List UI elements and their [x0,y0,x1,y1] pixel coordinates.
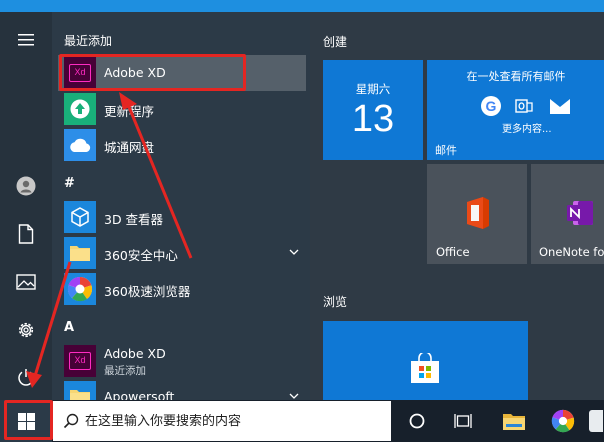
search-input[interactable] [85,413,375,429]
app-label: 更新程序 [104,104,155,119]
app-label: Adobe XD [104,65,166,80]
power-icon [18,369,34,386]
app-icon-partial [589,410,603,432]
google-icon: G [481,96,501,116]
taskbar-search-box[interactable] [53,401,391,441]
app-label: 城通网盘 [104,140,155,155]
app-item-ctfile[interactable]: 城通网盘 [52,127,310,163]
windows-logo-icon [17,412,35,430]
app-list: 最近添加 Xd Adobe XD 更新程序 城通网盘 # 3D 查看器 360安… [52,12,310,400]
3d-viewer-icon [64,201,96,233]
mail-tile[interactable]: 在一处查看所有邮件 G 更多内容... 邮件 [427,60,604,160]
mail-more: 更多内容... [502,124,552,135]
app-sublabel: 最近添加 [104,365,146,377]
app-label: Apowersoft [104,389,175,400]
app-label: Adobe XD [104,346,166,361]
calendar-weekday: 星期六 [355,82,391,96]
outlook-icon [515,97,533,115]
picture-icon [16,274,36,290]
360-browser-taskbar-button[interactable] [541,400,585,442]
start-button[interactable] [0,400,52,442]
store-icon [411,353,439,383]
folder-icon [503,414,525,430]
chevron-down-icon[interactable] [288,390,300,400]
user-avatar-icon [16,176,36,196]
tiles-area: 创建 星期六 13 在一处查看所有邮件 G 更多内容... 邮件 Office … [310,12,604,400]
power-button[interactable] [0,355,52,399]
adobe-xd-icon: Xd [64,57,96,89]
task-view-button[interactable] [441,400,485,442]
office-label: Office [436,245,470,259]
hamburger-icon [18,34,34,46]
chevron-down-icon[interactable] [288,246,300,258]
taskbar [0,400,604,442]
360-browser-icon [551,409,575,433]
start-menu-rail [0,12,52,400]
app-label: 360极速浏览器 [104,284,191,299]
update-icon [64,93,96,125]
app-item-apowersoft[interactable]: Apowersoft [52,379,310,400]
360-browser-icon [64,273,96,305]
recent-section-label: 最近添加 [64,34,113,48]
group-header-a[interactable]: A [64,320,74,335]
tile-group-create[interactable]: 创建 [323,33,347,50]
task-view-icon [454,414,472,428]
cloud-drive-icon [64,129,96,161]
cortana-icon [409,413,425,429]
app-item-adobe-xd[interactable]: Xd Adobe XD 最近添加 [52,343,310,379]
app-item-360-security[interactable]: 360安全中心 [52,235,310,271]
gear-icon [18,322,34,338]
onenote-tile[interactable]: OneNote for [531,164,604,264]
adobe-xd-icon: Xd [64,345,96,377]
mail-label: 邮件 [435,144,457,157]
group-header-hash[interactable]: # [64,176,75,191]
folder-icon [64,237,96,269]
onenote-label: OneNote for [539,245,604,259]
calendar-tile[interactable]: 星期六 13 [323,60,423,160]
app-item-adobe-xd-recent[interactable]: Xd Adobe XD [58,55,306,91]
file-explorer-button[interactable] [492,400,536,442]
documents-button[interactable] [0,212,52,256]
office-icon [467,197,489,229]
mail-headline: 在一处查看所有邮件 [466,70,566,83]
document-icon [18,224,34,244]
app-label: 360安全中心 [104,248,178,263]
store-tile[interactable] [323,321,528,400]
calendar-day: 13 [351,98,395,140]
cortana-button[interactable] [395,400,439,442]
folder-icon [64,381,96,400]
account-button[interactable] [0,164,52,208]
pictures-button[interactable] [0,260,52,304]
settings-button[interactable] [0,308,52,352]
expand-menu-button[interactable] [0,18,52,62]
envelope-icon [550,99,570,114]
search-icon [63,413,79,429]
app-item-3d-viewer[interactable]: 3D 查看器 [52,199,310,235]
top-strip [0,0,604,12]
app-item-360-browser[interactable]: 360极速浏览器 [52,271,310,307]
app-item-update[interactable]: 更新程序 [52,91,310,127]
taskbar-app-partial[interactable] [588,400,604,442]
onenote-icon [567,201,593,225]
office-tile[interactable]: Office [427,164,527,264]
tile-group-browse[interactable]: 浏览 [323,293,347,310]
app-label: 3D 查看器 [104,212,164,227]
